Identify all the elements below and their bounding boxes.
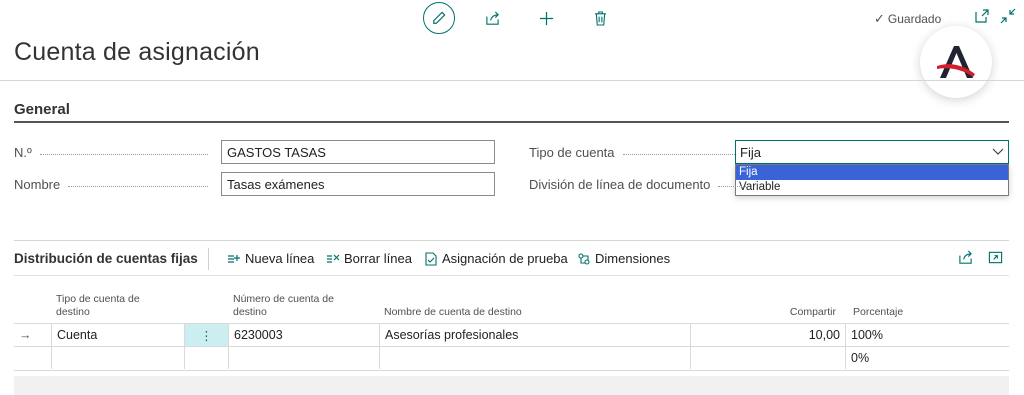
- title-separator: [0, 80, 1024, 81]
- company-logo: [920, 26, 992, 98]
- pencil-icon: [433, 11, 446, 24]
- dimensions-label: Dimensiones: [595, 251, 671, 266]
- test-allocation-label: Asignación de prueba: [442, 251, 568, 266]
- dest-name-cell[interactable]: Asesorías profesionales: [379, 324, 690, 346]
- expand-icon: [988, 251, 1003, 264]
- name-label: Nombre: [14, 177, 209, 192]
- table-row[interactable]: 0%: [14, 347, 1009, 371]
- row-indicator-arrow: →: [19, 328, 32, 342]
- test-allocation-button[interactable]: Asignación de prueba: [424, 251, 568, 266]
- account-type-selected-value: Fija: [740, 144, 761, 160]
- no-label: N.º: [14, 145, 208, 160]
- no-field[interactable]: GASTOS TASAS: [221, 140, 495, 164]
- dimensions-icon: [577, 252, 591, 266]
- dest-type-cell[interactable]: [51, 347, 184, 369]
- share-cell[interactable]: 10,00: [690, 324, 845, 346]
- dest-name-cell[interactable]: [379, 347, 690, 369]
- name-field[interactable]: Tasas exámenes: [221, 172, 495, 196]
- option-variable[interactable]: Variable: [736, 180, 1008, 195]
- subpage-expand-button[interactable]: [988, 250, 1004, 266]
- account-type-label: Tipo de cuenta: [529, 145, 735, 160]
- row-actions-button[interactable]: ⋮: [184, 324, 228, 346]
- no-label-text: N.º: [14, 145, 32, 160]
- subpage-divider: [208, 248, 209, 270]
- percentage-cell: 100%: [845, 324, 1009, 346]
- account-type-select[interactable]: Fija: [735, 140, 1009, 164]
- split-label-text: División de línea de documento: [529, 177, 711, 192]
- name-label-text: Nombre: [14, 177, 61, 192]
- col-header-dest-type[interactable]: Tipo de cuenta de destino: [56, 293, 176, 319]
- delete-line-label: Borrar línea: [344, 251, 412, 266]
- dest-no-cell[interactable]: 6230003: [228, 324, 379, 346]
- dotted-leader: [68, 185, 209, 187]
- option-fija[interactable]: Fija: [736, 165, 1008, 180]
- dest-type-cell[interactable]: Cuenta: [51, 324, 184, 346]
- col-header-share[interactable]: Compartir: [770, 306, 836, 319]
- open-new-window-button[interactable]: [974, 8, 992, 26]
- delete-line-icon: [326, 252, 340, 266]
- share-button[interactable]: [476, 4, 508, 32]
- checkmark-icon: ✓: [874, 11, 885, 26]
- saved-status: ✓ Guardado: [874, 11, 941, 27]
- grid-footer-band: [14, 376, 1009, 395]
- trash-icon: [594, 10, 606, 26]
- delete-button[interactable]: [584, 4, 616, 32]
- subpage-title[interactable]: Distribución de cuentas fijas: [14, 251, 198, 266]
- dotted-leader: [622, 153, 735, 155]
- row-actions-cell[interactable]: [184, 347, 228, 369]
- dest-no-cell[interactable]: [228, 347, 379, 369]
- table-row[interactable]: → Cuenta ⋮ 6230003 Asesorías profesional…: [14, 323, 1009, 347]
- general-section-line: [14, 121, 1009, 123]
- open-new-window-icon: [975, 9, 989, 23]
- collapse-button[interactable]: [1000, 8, 1018, 26]
- col-header-dest-name[interactable]: Nombre de cuenta de destino: [384, 306, 604, 319]
- dimensions-button[interactable]: Dimensiones: [577, 251, 670, 266]
- more-vertical-icon: ⋮: [200, 329, 213, 343]
- page-title: Cuenta de asignación: [14, 38, 260, 66]
- new-line-button[interactable]: Nueva línea: [227, 251, 314, 266]
- account-type-dropdown: Fija Variable: [735, 164, 1009, 196]
- logo-a-icon: [937, 46, 975, 78]
- edit-button[interactable]: [423, 2, 455, 34]
- plus-icon: [539, 11, 553, 25]
- collapse-icon: [1000, 8, 1016, 24]
- share-cell[interactable]: [690, 347, 845, 369]
- delete-line-button[interactable]: Borrar línea: [326, 251, 412, 266]
- share-icon: [959, 250, 972, 264]
- new-line-label: Nueva línea: [245, 251, 315, 266]
- dotted-leader: [39, 153, 208, 155]
- split-label: División de línea de documento: [529, 177, 749, 192]
- general-section-title[interactable]: General: [14, 101, 70, 118]
- chevron-down-icon: [992, 148, 1004, 155]
- new-line-icon: [227, 252, 241, 266]
- col-header-percentage[interactable]: Porcentaje: [853, 306, 953, 319]
- share-icon: [485, 11, 499, 25]
- subpage-action-separator: [14, 275, 1009, 276]
- subpage-separator: [14, 240, 1009, 241]
- test-allocation-icon: [424, 251, 438, 266]
- row-indicator-arrow: [14, 347, 51, 369]
- percentage-cell: 0%: [845, 347, 1009, 369]
- saved-label: Guardado: [887, 12, 942, 26]
- dotted-leader: [718, 185, 749, 187]
- col-header-dest-no[interactable]: Número de cuenta de destino: [233, 293, 353, 319]
- account-type-label-text: Tipo de cuenta: [529, 145, 615, 160]
- action-bar: ✓ Guardado: [0, 0, 1024, 36]
- new-button[interactable]: [530, 4, 562, 32]
- subpage-share-button[interactable]: [958, 250, 974, 266]
